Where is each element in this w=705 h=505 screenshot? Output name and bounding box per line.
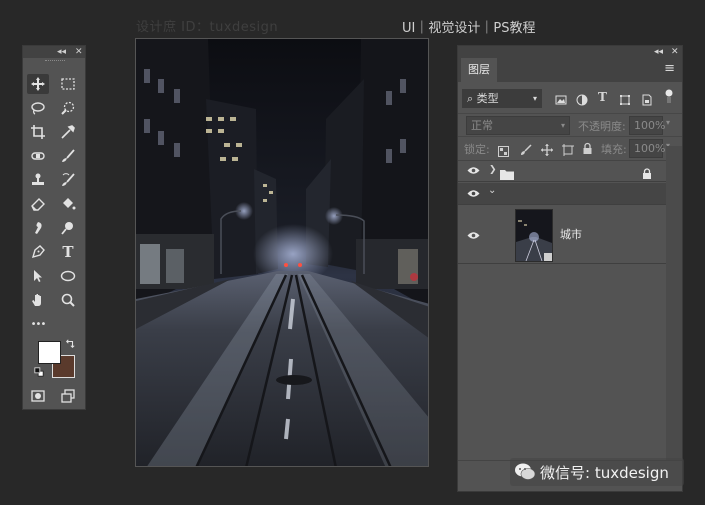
close-icon[interactable]: ✕	[671, 46, 679, 58]
lasso-icon[interactable]	[27, 98, 49, 118]
pixel-filter-icon[interactable]	[555, 91, 567, 110]
bucket-icon[interactable]	[57, 194, 79, 214]
layers-panel: ◂◂ ✕ 图层 ≡ ⌕ 类型 ▾ T 正常 ▾ 不透明度: 100% ▾ 锁定:…	[457, 45, 683, 492]
chevron-right-icon[interactable]: ❯	[489, 165, 497, 175]
quick-mask-icon[interactable]	[27, 386, 49, 406]
swap-colors-icon[interactable]	[63, 338, 77, 350]
fill-label: 填充:	[601, 143, 627, 156]
lock-paint-icon[interactable]	[520, 141, 532, 160]
move-icon[interactable]	[27, 74, 49, 94]
brush-icon[interactable]	[57, 146, 79, 166]
shape-filter-icon[interactable]	[619, 91, 631, 110]
arrow-icon[interactable]	[27, 266, 49, 286]
layer-thumbnail	[515, 209, 553, 262]
bandage-icon[interactable]	[27, 146, 49, 166]
smart-object-badge-icon	[544, 253, 552, 261]
eyedropper-icon[interactable]	[57, 122, 79, 142]
document-canvas[interactable]	[135, 38, 429, 467]
visibility-eye-icon[interactable]	[467, 230, 480, 243]
filter-label: 类型	[476, 92, 499, 105]
header-right-text: UI｜视觉设计｜PS教程	[402, 21, 536, 36]
default-colors-icon[interactable]	[33, 366, 45, 378]
lock-row: 锁定: 填充: 100% ▾	[458, 136, 682, 159]
filter-toggle-icon[interactable]	[664, 89, 674, 109]
pen-icon[interactable]	[27, 242, 49, 262]
lock-label: 锁定:	[464, 143, 490, 156]
rect-marquee-icon[interactable]	[57, 74, 79, 94]
lock-pixels-icon[interactable]	[498, 142, 509, 161]
collapse-icon[interactable]: ◂◂	[57, 46, 66, 58]
chevron-down-icon: ▾	[560, 121, 565, 130]
tools-panel: ◂◂ ✕ T •••	[22, 45, 86, 410]
type-filter-icon[interactable]: T	[598, 90, 607, 104]
panel-menu-icon[interactable]: ≡	[664, 61, 675, 76]
stamp-icon[interactable]	[27, 170, 49, 190]
zoom-icon[interactable]	[57, 290, 79, 310]
search-icon: ⌕	[467, 92, 474, 105]
chevron-down-icon: ▾	[532, 94, 537, 103]
layers-panel-titlebar	[458, 46, 682, 58]
smudge-icon[interactable]	[27, 218, 49, 238]
adjustment-filter-icon[interactable]	[576, 91, 588, 110]
panel-grip[interactable]	[45, 60, 65, 64]
filter-kind-select[interactable]: ⌕ 类型 ▾	[462, 89, 542, 108]
dodge-icon[interactable]	[57, 218, 79, 238]
lock-position-icon[interactable]	[541, 141, 553, 160]
layers-scrollbar[interactable]	[666, 146, 682, 461]
quick-select-icon[interactable]	[57, 98, 79, 118]
crop-icon[interactable]	[27, 122, 49, 142]
filter-row: ⌕ 类型 ▾ T	[458, 88, 682, 110]
fill-field[interactable]: 100%	[629, 139, 665, 158]
folder-icon	[500, 165, 514, 184]
history-brush-icon[interactable]	[57, 170, 79, 190]
chevron-down-icon[interactable]: ▾	[666, 118, 670, 127]
screen-mode-icon[interactable]	[57, 386, 79, 406]
type-icon[interactable]: T	[57, 242, 79, 262]
layer-row-group-1[interactable]: ❯	[458, 160, 666, 182]
ellipse-icon[interactable]	[57, 266, 79, 286]
blend-mode-select[interactable]: 正常 ▾	[466, 116, 570, 135]
lock-all-icon[interactable]	[582, 140, 593, 159]
lock-artboard-icon[interactable]	[562, 141, 574, 160]
header-left-text: 设计庶 ID：tuxdesign	[136, 20, 279, 35]
layer-row-group-2[interactable]: ⌄	[458, 183, 666, 205]
collapse-icon[interactable]: ◂◂	[654, 46, 663, 58]
chevron-down-icon[interactable]: ⌄	[488, 185, 496, 196]
wechat-icon	[514, 462, 536, 486]
tab-layers[interactable]: 图层	[461, 58, 497, 82]
city-street-photo	[136, 39, 428, 466]
more-tools-icon[interactable]: •••	[27, 314, 49, 334]
visibility-eye-icon[interactable]	[467, 165, 480, 178]
close-icon[interactable]: ✕	[75, 46, 83, 58]
blend-row: 正常 ▾ 不透明度: 100% ▾	[458, 113, 682, 136]
wechat-watermark: 微信号: tuxdesign	[510, 458, 684, 486]
smart-object-filter-icon[interactable]	[641, 91, 653, 110]
opacity-label: 不透明度:	[578, 120, 626, 133]
foreground-color-swatch[interactable]	[38, 341, 61, 364]
layer-name[interactable]: 城市	[560, 226, 582, 242]
lock-icon	[642, 165, 652, 184]
blend-mode-value: 正常	[471, 119, 493, 132]
watermark-text: 微信号: tuxdesign	[540, 464, 669, 482]
tab-bar: 图层 ≡	[458, 58, 682, 82]
eraser-icon[interactable]	[27, 194, 49, 214]
visibility-eye-icon[interactable]	[467, 188, 480, 201]
hand-icon[interactable]	[27, 290, 49, 310]
opacity-field[interactable]: 100%	[629, 116, 665, 135]
layer-row-city[interactable]: 城市	[458, 206, 666, 264]
